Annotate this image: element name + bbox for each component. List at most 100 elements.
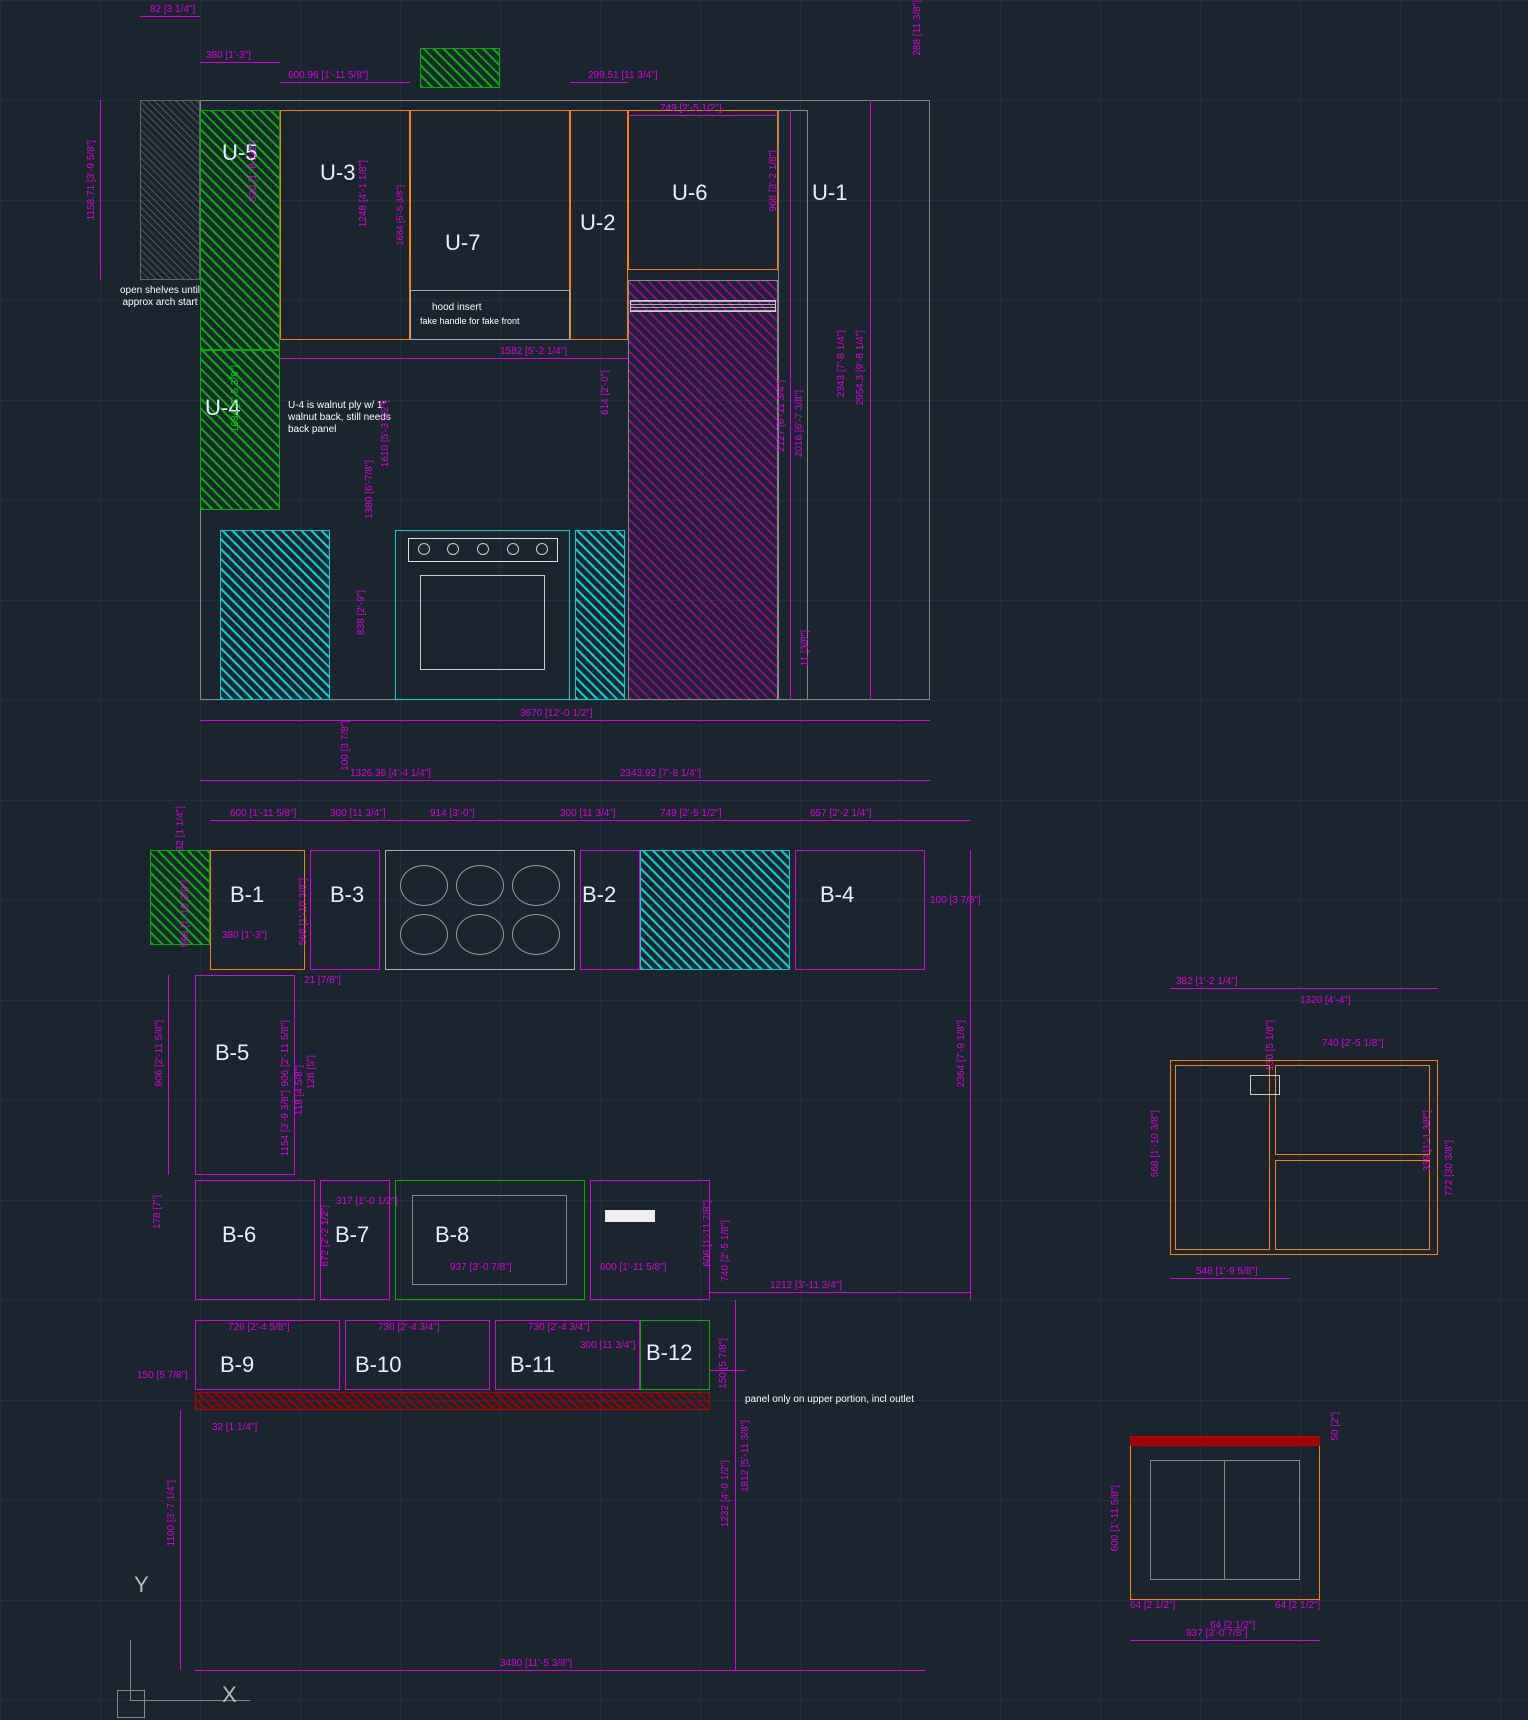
x-axis-label: X bbox=[222, 1682, 237, 1708]
dim-118: 118 [4 5/8"] bbox=[294, 1065, 305, 1115]
label-b2: B-2 bbox=[582, 882, 616, 908]
dimline bbox=[195, 1670, 925, 1671]
dim-657: 657 [2'-2 1/4"] bbox=[810, 808, 872, 819]
label-b10: B-10 bbox=[355, 1352, 401, 1378]
dim-380: 380 [1'-3"] bbox=[222, 930, 267, 941]
label-b5: B-5 bbox=[215, 1040, 249, 1066]
label-b12: B-12 bbox=[646, 1340, 692, 1366]
dim-178: 178 [7"] bbox=[152, 1195, 163, 1229]
dim-1248: 1248 [4'-1 1/8"] bbox=[358, 160, 369, 227]
dim-128: 128 [5"] bbox=[306, 1055, 317, 1089]
detail-inner-left bbox=[1150, 1460, 1225, 1580]
dimline bbox=[280, 82, 410, 83]
label-u6: U-6 bbox=[672, 180, 707, 206]
dim-317: 317 [1'-0 1/2"] bbox=[336, 1196, 398, 1207]
burner-icon bbox=[512, 914, 560, 955]
dimline bbox=[280, 358, 630, 359]
dim-132636: 1326.36 [4'-4 1/4"] bbox=[350, 768, 431, 779]
dim-32b: 32 [1 1/4"] bbox=[212, 1422, 257, 1433]
burner-icon bbox=[456, 865, 504, 906]
dim-150: 150 [5 7/8"] bbox=[137, 1370, 188, 1381]
dim-3490: 3490 [11'-5 3/8"] bbox=[500, 1658, 572, 1669]
dim-520: 520 [1'-8 1/2"] bbox=[248, 140, 259, 202]
dim-29543: 2954.3 [9'-8 1/4"] bbox=[855, 330, 866, 406]
cabinet-b4 bbox=[795, 850, 925, 970]
burner-icon bbox=[400, 914, 448, 955]
dim-2016: 2016 [6'-7 3/8"] bbox=[794, 390, 805, 457]
dim-548: 548 [1'-9 5/8"] bbox=[1196, 1266, 1258, 1277]
dimline bbox=[970, 850, 971, 1300]
dim-600d: 600 [1'-11 5/8"] bbox=[1110, 1485, 1121, 1551]
dim-82: 82 [3 1/4"] bbox=[150, 4, 195, 15]
dim-968: 968 [3'-2 1/8"] bbox=[768, 150, 779, 212]
cabinet-u3 bbox=[280, 110, 410, 340]
dim-234392: 2343.92 [7'-8 1/4"] bbox=[620, 768, 701, 779]
arch-column bbox=[140, 100, 200, 280]
island-bot-right bbox=[1275, 1160, 1430, 1250]
dim-772: 772 [30 3/8"] bbox=[1444, 1140, 1455, 1196]
burner-icon bbox=[512, 865, 560, 906]
dim-100b: 100 [3 7/8"] bbox=[340, 720, 351, 771]
y-axis-label: Y bbox=[134, 1572, 149, 1598]
dim-380a: 380 [1'-3"] bbox=[206, 50, 251, 61]
b8-right bbox=[590, 1180, 710, 1300]
dim-568c: 568 [1'-10 3/8"] bbox=[180, 880, 191, 947]
dim-1232: 1232 [4'-0 1/2"] bbox=[720, 1460, 731, 1527]
dim-749b: 749 [2'-5 1/2"] bbox=[660, 808, 722, 819]
range-controls bbox=[408, 538, 558, 562]
island-top-right bbox=[1275, 1065, 1430, 1155]
dim-906b: 906 [2'-11 5/8"] bbox=[280, 1020, 291, 1086]
outlet-icon bbox=[1250, 1075, 1280, 1095]
cad-drawing-canvas[interactable]: U-5 U-4 U-3 U-7 U-2 U-6 U-1 hood insert … bbox=[0, 0, 1528, 1720]
dim-2364: 2364 [7'-9 1/8"] bbox=[956, 1020, 967, 1087]
dim-21: 21 [7/8"] bbox=[304, 975, 341, 986]
dim-64b: 64 [2 1/2"] bbox=[1275, 1600, 1320, 1611]
dim-300: 300 [11 3/4"] bbox=[330, 808, 386, 819]
note-panel: panel only on upper portion, incl outlet bbox=[745, 1394, 945, 1406]
dim-600c: 600 [1'-11 5/8"] bbox=[600, 1262, 666, 1273]
base-left-elev bbox=[220, 530, 330, 700]
knob-icon bbox=[447, 543, 459, 555]
note-shelves: open shelves until approx arch start bbox=[115, 285, 205, 309]
dimline bbox=[100, 100, 101, 280]
hood-insert bbox=[410, 290, 570, 340]
dim-568: 568 [1'-10 3/8"] bbox=[298, 878, 309, 945]
ucs-origin-icon bbox=[117, 1690, 145, 1718]
dim-726: 726 [2'-4 5/8"] bbox=[228, 1322, 290, 1333]
burner-icon bbox=[456, 914, 504, 955]
dim-614: 614 [2'-0"] bbox=[600, 370, 611, 415]
dim-339: 339 [1'-1 3/8"] bbox=[1422, 1110, 1433, 1172]
dim-300c: 300 [11 3/4"] bbox=[580, 1340, 636, 1351]
dim-1320: 1320 [4'-4"] bbox=[1300, 995, 1351, 1006]
knob-icon bbox=[507, 543, 519, 555]
dim-838: 838 [2'-9"] bbox=[356, 590, 367, 635]
dimline bbox=[570, 82, 628, 83]
label-b8: B-8 bbox=[435, 1222, 469, 1248]
dimline bbox=[200, 780, 930, 781]
note-hood2: fake handle for fake front bbox=[420, 316, 520, 327]
dim-740b: 740 [2'-5 1/8"] bbox=[1322, 1038, 1384, 1049]
dim-730b: 730 [2'-4 3/4"] bbox=[528, 1322, 590, 1333]
sink-plan bbox=[640, 850, 790, 970]
dim-740: 740 [2'-5 1/8"] bbox=[720, 1220, 731, 1282]
dimline bbox=[210, 820, 970, 821]
label-b11: B-11 bbox=[510, 1352, 555, 1378]
dim-568b: 568 [1'-10 3/8"] bbox=[1150, 1110, 1161, 1177]
dim-749: 749 [2'-5 1/2"] bbox=[660, 103, 722, 114]
dim-906: 906 [2'-11 5/8"] bbox=[154, 1020, 165, 1086]
dim-2343: 2343 [7'-8 1/4"] bbox=[836, 330, 847, 397]
knob-icon bbox=[418, 543, 430, 555]
dimline bbox=[1170, 1278, 1290, 1279]
dim-288: 288 [11 3/8"] bbox=[912, 0, 923, 56]
dim-672: 672 [2'-2 1/2"] bbox=[320, 1205, 331, 1267]
dimline bbox=[1170, 988, 1438, 989]
leader-line bbox=[710, 1370, 745, 1371]
detail-top-strip bbox=[1130, 1436, 1320, 1446]
label-u1: U-1 bbox=[812, 180, 847, 206]
dimline bbox=[1130, 1640, 1320, 1641]
label-b6: B-6 bbox=[222, 1222, 256, 1248]
base-right-elev bbox=[575, 530, 625, 700]
dim-730: 730 [2'-4 3/4"] bbox=[378, 1322, 440, 1333]
dimline bbox=[628, 115, 778, 116]
dimline bbox=[140, 16, 200, 17]
